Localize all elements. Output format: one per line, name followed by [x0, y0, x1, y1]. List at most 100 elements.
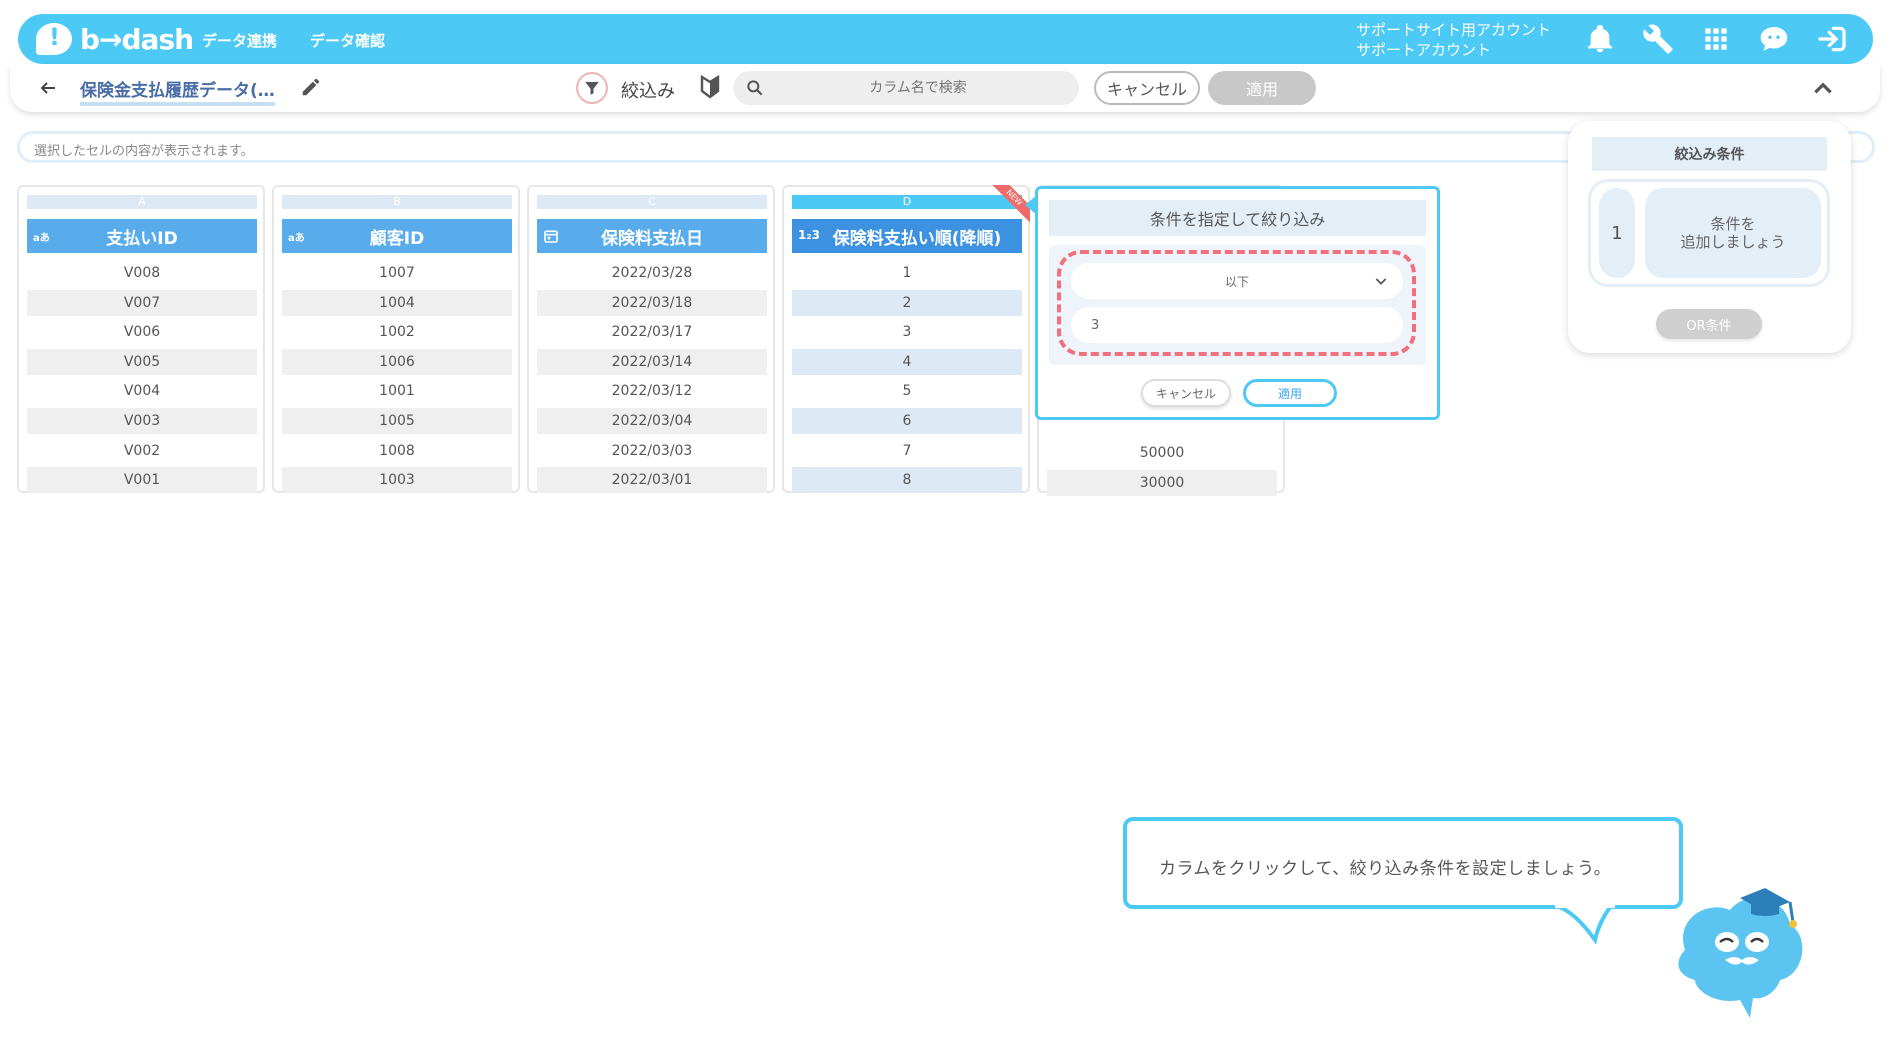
- table-cell[interactable]: 1003: [282, 467, 512, 494]
- add-condition-slot[interactable]: 条件を 追加しましょう: [1645, 188, 1821, 278]
- column-letter: B: [282, 195, 512, 209]
- table-cell[interactable]: V007: [27, 289, 257, 316]
- speech-bubble-tail: [1555, 904, 1615, 944]
- table-cell[interactable]: 1007: [282, 260, 512, 286]
- operator-select[interactable]: 以下: [1071, 263, 1403, 299]
- table-cell[interactable]: 1001: [282, 378, 512, 404]
- table-cell[interactable]: 2022/03/12: [537, 378, 767, 404]
- popover-apply-button[interactable]: 適用: [1243, 379, 1337, 407]
- bell-icon[interactable]: [1584, 23, 1616, 55]
- table-cell[interactable]: V003: [27, 407, 257, 434]
- column-header[interactable]: 1₂3 保険料支払い順(降順): [792, 219, 1022, 253]
- dataset-title[interactable]: 保険金支払履歴データ(…: [80, 76, 275, 106]
- search-icon: [745, 78, 765, 98]
- dataset-toolbar: 保険金支払履歴データ(… 絞込み キャンセル 適用: [10, 64, 1880, 112]
- mascot-character-icon: [1678, 888, 1803, 1018]
- chevron-up-icon[interactable]: [1810, 75, 1836, 101]
- column-card-c[interactable]: C 保険料支払日 2022/03/28 2022/03/18 2022/03/1…: [527, 185, 775, 494]
- filter-conditions-panel: 絞込み条件 1 条件を 追加しましょう OR条件: [1568, 121, 1851, 353]
- popover-title: 条件を指定して絞り込み: [1049, 200, 1426, 236]
- column-name: 保険料支払い順(降順): [832, 228, 1002, 249]
- column-header[interactable]: 保険料支払日: [537, 219, 767, 253]
- column-name: 顧客ID: [369, 228, 425, 249]
- guide-text: カラムをクリックして、絞り込み条件を設定しましょう。: [1159, 859, 1612, 879]
- column-header[interactable]: aあ 顧客ID: [282, 219, 512, 253]
- table-cell[interactable]: 1005: [282, 407, 512, 434]
- table-cell[interactable]: 2022/03/28: [537, 260, 767, 286]
- table-cell[interactable]: 1002: [282, 319, 512, 345]
- table-cell[interactable]: 1006: [282, 348, 512, 375]
- table-cell[interactable]: 8: [792, 467, 1022, 494]
- condition-editor: 以下: [1049, 245, 1426, 365]
- table-cell[interactable]: 2022/03/18: [537, 289, 767, 316]
- top-navigation-bar: b→dash データ連携 データ確認 サポートサイト用アカウント サポートアカウ…: [18, 14, 1873, 64]
- text-type-icon: aあ: [288, 233, 305, 244]
- add-condition-line1: 条件を: [1710, 215, 1756, 233]
- panel-title: 絞込み条件: [1592, 137, 1827, 171]
- table-cell[interactable]: 2022/03/04: [537, 407, 767, 434]
- popover-cancel-button[interactable]: キャンセル: [1141, 379, 1231, 407]
- table-cell[interactable]: 4: [792, 348, 1022, 375]
- nav-data-integration[interactable]: データ連携: [202, 30, 277, 51]
- table-cell[interactable]: 2022/03/01: [537, 467, 767, 494]
- column-name: 保険料支払日: [601, 228, 703, 249]
- table-cell[interactable]: 30000: [1047, 469, 1277, 496]
- condition-group: 1 条件を 追加しましょう: [1588, 179, 1830, 287]
- column-card-a[interactable]: A aあ 支払いID V008 V007 V006 V005 V004 V003…: [17, 185, 265, 494]
- table-cell[interactable]: 5: [792, 378, 1022, 404]
- table-cell[interactable]: 6: [792, 407, 1022, 434]
- number-type-icon: 1₂3: [798, 228, 820, 242]
- add-condition-line2: 追加しましょう: [1680, 233, 1786, 251]
- logo-bubble-icon: [36, 23, 72, 55]
- table-cell[interactable]: V005: [27, 348, 257, 375]
- filter-funnel-icon[interactable]: [576, 72, 608, 104]
- table-cell[interactable]: 2022/03/17: [537, 319, 767, 345]
- column-header[interactable]: aあ 支払いID: [27, 219, 257, 253]
- column-letter: C: [537, 195, 767, 209]
- account-name: サポートアカウント: [1356, 41, 1492, 59]
- table-cell[interactable]: V004: [27, 378, 257, 404]
- logo-text: b→dash: [80, 22, 194, 56]
- filter-label: 絞込み: [621, 81, 675, 102]
- guide-speech-bubble: カラムをクリックして、絞り込み条件を設定しましょう。: [1123, 817, 1683, 909]
- column-card-b[interactable]: B aあ 顧客ID 1007 1004 1002 1006 1001 1005 …: [272, 185, 520, 494]
- table-cell[interactable]: 2022/03/03: [537, 438, 767, 464]
- column-search-input[interactable]: [773, 77, 1063, 99]
- table-cell[interactable]: 1: [792, 260, 1022, 286]
- group-number: 1: [1599, 188, 1635, 278]
- chevron-down-icon: [1373, 273, 1389, 289]
- column-name: 支払いID: [106, 228, 178, 249]
- nav-data-check[interactable]: データ確認: [310, 30, 385, 51]
- table-cell[interactable]: 1008: [282, 438, 512, 464]
- beginner-mark-icon[interactable]: [697, 73, 723, 101]
- support-chat-icon[interactable]: [1758, 23, 1790, 55]
- bdash-logo[interactable]: b→dash: [36, 20, 194, 58]
- wrench-icon[interactable]: [1642, 23, 1674, 55]
- text-type-icon: aあ: [33, 233, 50, 244]
- apps-grid-icon[interactable]: [1700, 23, 1732, 55]
- table-cell[interactable]: 7: [792, 438, 1022, 464]
- table-cell[interactable]: V008: [27, 260, 257, 286]
- column-letter: D: [792, 195, 1022, 209]
- toolbar-apply-button[interactable]: 適用: [1208, 71, 1316, 105]
- column-search: [733, 71, 1079, 105]
- cell-preview-placeholder: 選択したセルの内容が表示されます。: [34, 144, 254, 159]
- back-arrow-icon[interactable]: [36, 76, 60, 100]
- account-info[interactable]: サポートサイト用アカウント サポートアカウント: [1356, 20, 1551, 60]
- operator-value: 以下: [1224, 274, 1249, 289]
- table-cell[interactable]: 50000: [1047, 440, 1277, 466]
- table-cell[interactable]: V001: [27, 467, 257, 494]
- pencil-edit-icon[interactable]: [300, 76, 322, 98]
- or-condition-button[interactable]: OR条件: [1656, 309, 1762, 339]
- table-cell[interactable]: 2022/03/14: [537, 348, 767, 375]
- condition-value-input[interactable]: [1071, 307, 1403, 343]
- column-card-d[interactable]: D NEW 1₂3 保険料支払い順(降順) 1 2 3 4 5 6 7 8: [782, 185, 1030, 494]
- toolbar-cancel-button[interactable]: キャンセル: [1094, 71, 1200, 105]
- table-cell[interactable]: 2: [792, 289, 1022, 316]
- table-cell[interactable]: 3: [792, 319, 1022, 345]
- table-cell[interactable]: V002: [27, 438, 257, 464]
- logout-icon[interactable]: [1816, 23, 1848, 55]
- account-site: サポートサイト用アカウント: [1356, 21, 1552, 39]
- table-cell[interactable]: V006: [27, 319, 257, 345]
- table-cell[interactable]: 1004: [282, 289, 512, 316]
